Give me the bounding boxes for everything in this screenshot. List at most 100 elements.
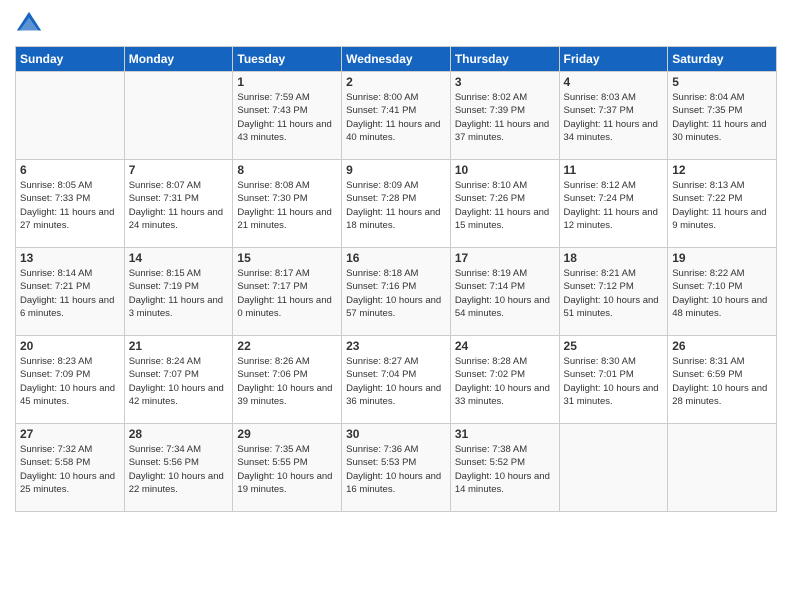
cell-info: Sunrise: 7:59 AM Sunset: 7:43 PM Dayligh… [237,91,337,144]
week-row-4: 20 Sunrise: 8:23 AM Sunset: 7:09 PM Dayli… [16,336,777,424]
day-number: 5 [672,75,772,89]
week-row-3: 13Sunrise: 8:14 AM Sunset: 7:21 PM Dayli… [16,248,777,336]
calendar-cell: 2 Sunrise: 8:00 AM Sunset: 7:41 PM Daylig… [342,72,451,160]
calendar-cell: 21 Sunrise: 8:24 AM Sunset: 7:07 PM Dayli… [124,336,233,424]
calendar-cell: 7 Sunrise: 8:07 AM Sunset: 7:31 PM Daylig… [124,160,233,248]
day-number: 11 [564,163,664,177]
day-number: 27 [20,427,120,441]
day-number: 20 [20,339,120,353]
calendar-cell: 29 Sunrise: 7:35 AM Sunset: 5:55 PM Dayli… [233,424,342,512]
day-number: 8 [237,163,337,177]
calendar-cell: 10 Sunrise: 8:10 AM Sunset: 7:26 PM Dayli… [450,160,559,248]
calendar-cell: 27 Sunrise: 7:32 AM Sunset: 5:58 PM Dayli… [16,424,125,512]
cell-info: Sunrise: 7:32 AM Sunset: 5:58 PM Dayligh… [20,443,120,496]
calendar-cell: 22Sunrise: 8:26 AM Sunset: 7:06 PM Dayli… [233,336,342,424]
calendar-cell: 4Sunrise: 8:03 AM Sunset: 7:37 PM Daylig… [559,72,668,160]
day-number: 2 [346,75,446,89]
logo-icon [15,10,43,38]
calendar-cell: 20 Sunrise: 8:23 AM Sunset: 7:09 PM Dayli… [16,336,125,424]
day-number: 15 [237,251,337,265]
header-day-friday: Friday [559,47,668,72]
calendar-cell: 30 Sunrise: 7:36 AM Sunset: 5:53 PM Dayli… [342,424,451,512]
cell-info: Sunrise: 8:21 AM Sunset: 7:12 PM Dayligh… [564,267,664,320]
day-number: 9 [346,163,446,177]
calendar-cell: 6 Sunrise: 8:05 AM Sunset: 7:33 PM Daylig… [16,160,125,248]
cell-info: Sunrise: 8:08 AM Sunset: 7:30 PM Dayligh… [237,179,337,232]
header-day-thursday: Thursday [450,47,559,72]
calendar-cell: 5Sunrise: 8:04 AM Sunset: 7:35 PM Daylig… [668,72,777,160]
calendar-cell [16,72,125,160]
calendar-cell [124,72,233,160]
cell-info: Sunrise: 8:00 AM Sunset: 7:41 PM Dayligh… [346,91,446,144]
cell-info: Sunrise: 8:19 AM Sunset: 7:14 PM Dayligh… [455,267,555,320]
calendar-cell: 15 Sunrise: 8:17 AM Sunset: 7:17 PM Dayli… [233,248,342,336]
cell-info: Sunrise: 8:14 AM Sunset: 7:21 PM Dayligh… [20,267,120,320]
day-number: 3 [455,75,555,89]
header-day-wednesday: Wednesday [342,47,451,72]
day-number: 29 [237,427,337,441]
calendar-cell: 11 Sunrise: 8:12 AM Sunset: 7:24 PM Dayli… [559,160,668,248]
cell-info: Sunrise: 8:15 AM Sunset: 7:19 PM Dayligh… [129,267,229,320]
calendar-cell: 8 Sunrise: 8:08 AM Sunset: 7:30 PM Daylig… [233,160,342,248]
calendar-cell: 18 Sunrise: 8:21 AM Sunset: 7:12 PM Dayli… [559,248,668,336]
cell-info: Sunrise: 8:10 AM Sunset: 7:26 PM Dayligh… [455,179,555,232]
day-number: 6 [20,163,120,177]
week-row-1: 1 Sunrise: 7:59 AM Sunset: 7:43 PM Daylig… [16,72,777,160]
calendar-table: SundayMondayTuesdayWednesdayThursdayFrid… [15,46,777,512]
cell-info: Sunrise: 8:12 AM Sunset: 7:24 PM Dayligh… [564,179,664,232]
cell-info: Sunrise: 8:13 AM Sunset: 7:22 PM Dayligh… [672,179,772,232]
cell-info: Sunrise: 8:27 AM Sunset: 7:04 PM Dayligh… [346,355,446,408]
day-number: 17 [455,251,555,265]
day-number: 10 [455,163,555,177]
cell-info: Sunrise: 8:09 AM Sunset: 7:28 PM Dayligh… [346,179,446,232]
calendar-cell: 17 Sunrise: 8:19 AM Sunset: 7:14 PM Dayli… [450,248,559,336]
calendar-cell: 13Sunrise: 8:14 AM Sunset: 7:21 PM Dayli… [16,248,125,336]
calendar-cell: 19 Sunrise: 8:22 AM Sunset: 7:10 PM Dayli… [668,248,777,336]
cell-info: Sunrise: 8:28 AM Sunset: 7:02 PM Dayligh… [455,355,555,408]
day-number: 24 [455,339,555,353]
cell-info: Sunrise: 8:18 AM Sunset: 7:16 PM Dayligh… [346,267,446,320]
day-number: 1 [237,75,337,89]
day-number: 12 [672,163,772,177]
cell-info: Sunrise: 8:30 AM Sunset: 7:01 PM Dayligh… [564,355,664,408]
day-number: 18 [564,251,664,265]
day-number: 7 [129,163,229,177]
cell-info: Sunrise: 7:35 AM Sunset: 5:55 PM Dayligh… [237,443,337,496]
page: SundayMondayTuesdayWednesdayThursdayFrid… [0,0,792,612]
day-number: 19 [672,251,772,265]
day-number: 26 [672,339,772,353]
cell-info: Sunrise: 8:23 AM Sunset: 7:09 PM Dayligh… [20,355,120,408]
calendar-cell: 26 Sunrise: 8:31 AM Sunset: 6:59 PM Dayli… [668,336,777,424]
calendar-cell: 14 Sunrise: 8:15 AM Sunset: 7:19 PM Dayli… [124,248,233,336]
cell-info: Sunrise: 8:31 AM Sunset: 6:59 PM Dayligh… [672,355,772,408]
week-row-2: 6 Sunrise: 8:05 AM Sunset: 7:33 PM Daylig… [16,160,777,248]
week-row-5: 27 Sunrise: 7:32 AM Sunset: 5:58 PM Dayli… [16,424,777,512]
cell-info: Sunrise: 7:38 AM Sunset: 5:52 PM Dayligh… [455,443,555,496]
cell-info: Sunrise: 8:26 AM Sunset: 7:06 PM Dayligh… [237,355,337,408]
logo [15,10,47,38]
cell-info: Sunrise: 8:05 AM Sunset: 7:33 PM Dayligh… [20,179,120,232]
cell-info: Sunrise: 8:22 AM Sunset: 7:10 PM Dayligh… [672,267,772,320]
calendar-cell: 23 Sunrise: 8:27 AM Sunset: 7:04 PM Dayli… [342,336,451,424]
day-number: 23 [346,339,446,353]
day-number: 25 [564,339,664,353]
cell-info: Sunrise: 8:17 AM Sunset: 7:17 PM Dayligh… [237,267,337,320]
calendar-cell: 9 Sunrise: 8:09 AM Sunset: 7:28 PM Daylig… [342,160,451,248]
calendar-cell: 31 Sunrise: 7:38 AM Sunset: 5:52 PM Dayli… [450,424,559,512]
cell-info: Sunrise: 8:03 AM Sunset: 7:37 PM Dayligh… [564,91,664,144]
calendar-cell: 12 Sunrise: 8:13 AM Sunset: 7:22 PM Dayli… [668,160,777,248]
day-number: 31 [455,427,555,441]
header [15,10,777,38]
calendar-cell [559,424,668,512]
day-number: 30 [346,427,446,441]
cell-info: Sunrise: 7:36 AM Sunset: 5:53 PM Dayligh… [346,443,446,496]
calendar-cell [668,424,777,512]
cell-info: Sunrise: 8:07 AM Sunset: 7:31 PM Dayligh… [129,179,229,232]
header-day-tuesday: Tuesday [233,47,342,72]
day-number: 21 [129,339,229,353]
header-row: SundayMondayTuesdayWednesdayThursdayFrid… [16,47,777,72]
cell-info: Sunrise: 8:02 AM Sunset: 7:39 PM Dayligh… [455,91,555,144]
header-day-sunday: Sunday [16,47,125,72]
cell-info: Sunrise: 8:24 AM Sunset: 7:07 PM Dayligh… [129,355,229,408]
day-number: 14 [129,251,229,265]
